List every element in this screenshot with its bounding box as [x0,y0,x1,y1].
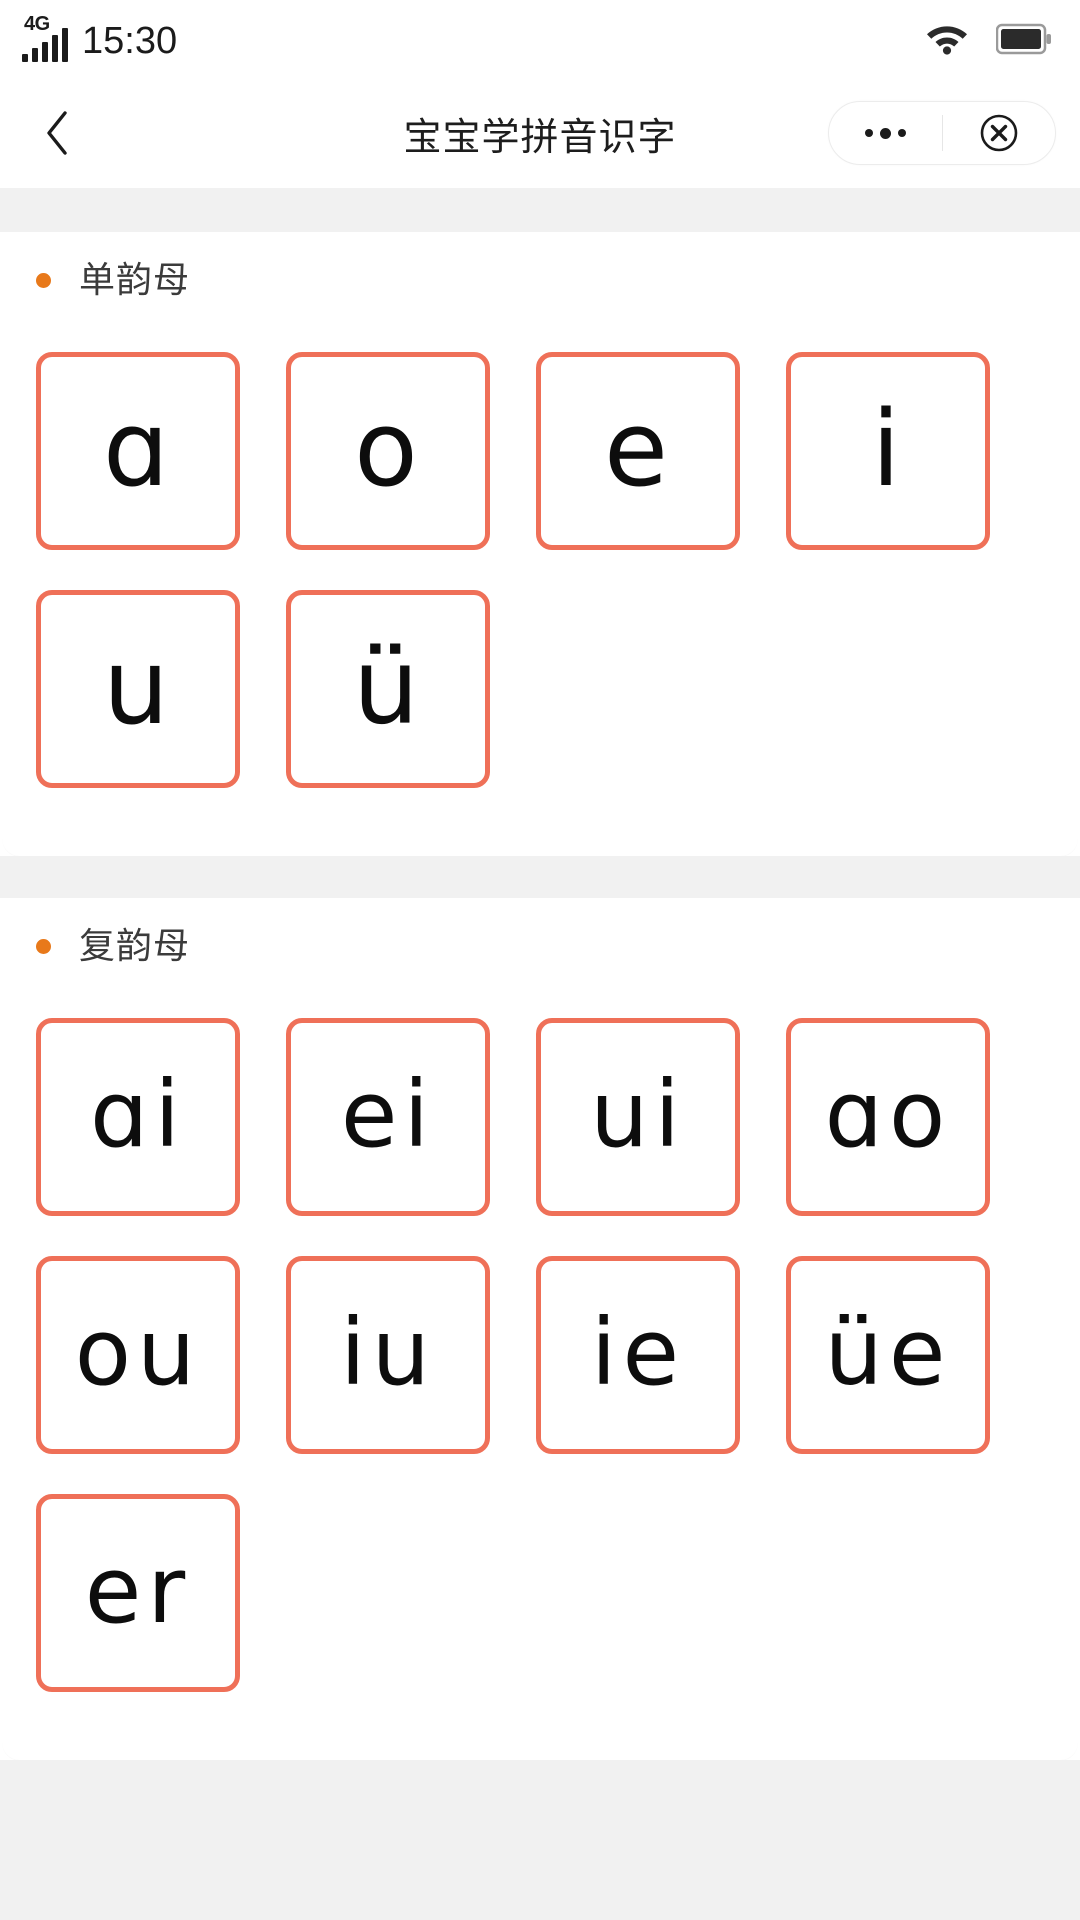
status-bar-right [924,21,1052,57]
cellular-signal-group: 4G [22,13,68,62]
pinyin-card-label: u [103,626,173,748]
section-title: 单韵母 [79,259,191,300]
section-gap-middle [0,856,1080,898]
card-grid: ɑ o e i u ü [2,352,1078,828]
bottom-gray-strip [0,1760,1080,1920]
pinyin-card-label: ɑi [90,1061,186,1168]
back-button[interactable] [30,105,86,161]
app-screen: 4G 15:30 宝宝学拼音识字 单韵母 ɑ o e i u ü 复韵母 ɑi … [0,0,1080,1920]
pinyin-card[interactable]: ɑo [786,1018,990,1216]
pinyin-card[interactable]: o [286,352,490,550]
pinyin-card[interactable]: üe [786,1256,990,1454]
battery-icon [996,23,1051,55]
close-circle-icon [980,114,1018,152]
close-button[interactable] [943,102,1056,164]
pinyin-card-label: ü [353,626,423,748]
pinyin-card-label: o [354,388,422,510]
section-compound-finals: 复韵母 ɑi ei ui ɑo ou iu ie üe er [0,898,1080,1760]
pinyin-card-label: ɑ [102,388,173,510]
section-gap-top [0,188,1080,232]
status-bar-clock: 15:30 [82,20,178,62]
section-header: 复韵母 [0,898,1080,994]
status-bar-left: 4G 15:30 [22,13,178,62]
section-single-finals: 单韵母 ɑ o e i u ü [0,232,1080,856]
network-type-label: 4G [24,13,50,35]
pinyin-card[interactable]: u [36,590,240,788]
pinyin-card[interactable]: er [36,1494,240,1692]
miniprogram-capsule [828,101,1056,165]
card-panel: ɑ o e i u ü [2,328,1078,856]
pinyin-card-label: ou [74,1299,202,1406]
wifi-icon [927,26,967,55]
section-header: 单韵母 [0,232,1080,328]
pinyin-card-label: iu [340,1299,436,1406]
pinyin-card-label: er [84,1537,192,1644]
chevron-left-icon [47,111,67,155]
pinyin-card-label: e [604,388,672,510]
card-grid: ɑi ei ui ɑo ou iu ie üe er [2,1018,1078,1732]
status-bar: 4G 15:30 [0,0,1080,78]
pinyin-card[interactable]: iu [286,1256,490,1454]
pinyin-card[interactable]: ui [536,1018,740,1216]
pinyin-card-label: ei [340,1061,436,1168]
pinyin-card-label: üe [824,1299,952,1406]
page-content: 单韵母 ɑ o e i u ü 复韵母 ɑi ei ui ɑo ou iu ie… [0,188,1080,1920]
pinyin-card[interactable]: ɑ [36,352,240,550]
pinyin-card[interactable]: ei [286,1018,490,1216]
pinyin-card-label: i [871,388,905,510]
pinyin-card[interactable]: i [786,352,990,550]
card-panel: ɑi ei ui ɑo ou iu ie üe er [2,994,1078,1760]
navigation-bar: 宝宝学拼音识字 [0,78,1080,188]
more-dots-icon [864,127,906,139]
pinyin-card[interactable]: e [536,352,740,550]
pinyin-card-label: ui [590,1061,686,1168]
pinyin-card[interactable]: ü [286,590,490,788]
pinyin-card[interactable]: ɑi [36,1018,240,1216]
orange-dot-icon [36,938,51,954]
section-title: 复韵母 [79,925,191,966]
pinyin-card[interactable]: ie [536,1256,740,1454]
pinyin-card-label: ɑo [824,1061,952,1168]
orange-dot-icon [36,272,51,288]
pinyin-card-label: ie [590,1299,686,1406]
pinyin-card[interactable]: ou [36,1256,240,1454]
more-menu-button[interactable] [829,102,942,164]
